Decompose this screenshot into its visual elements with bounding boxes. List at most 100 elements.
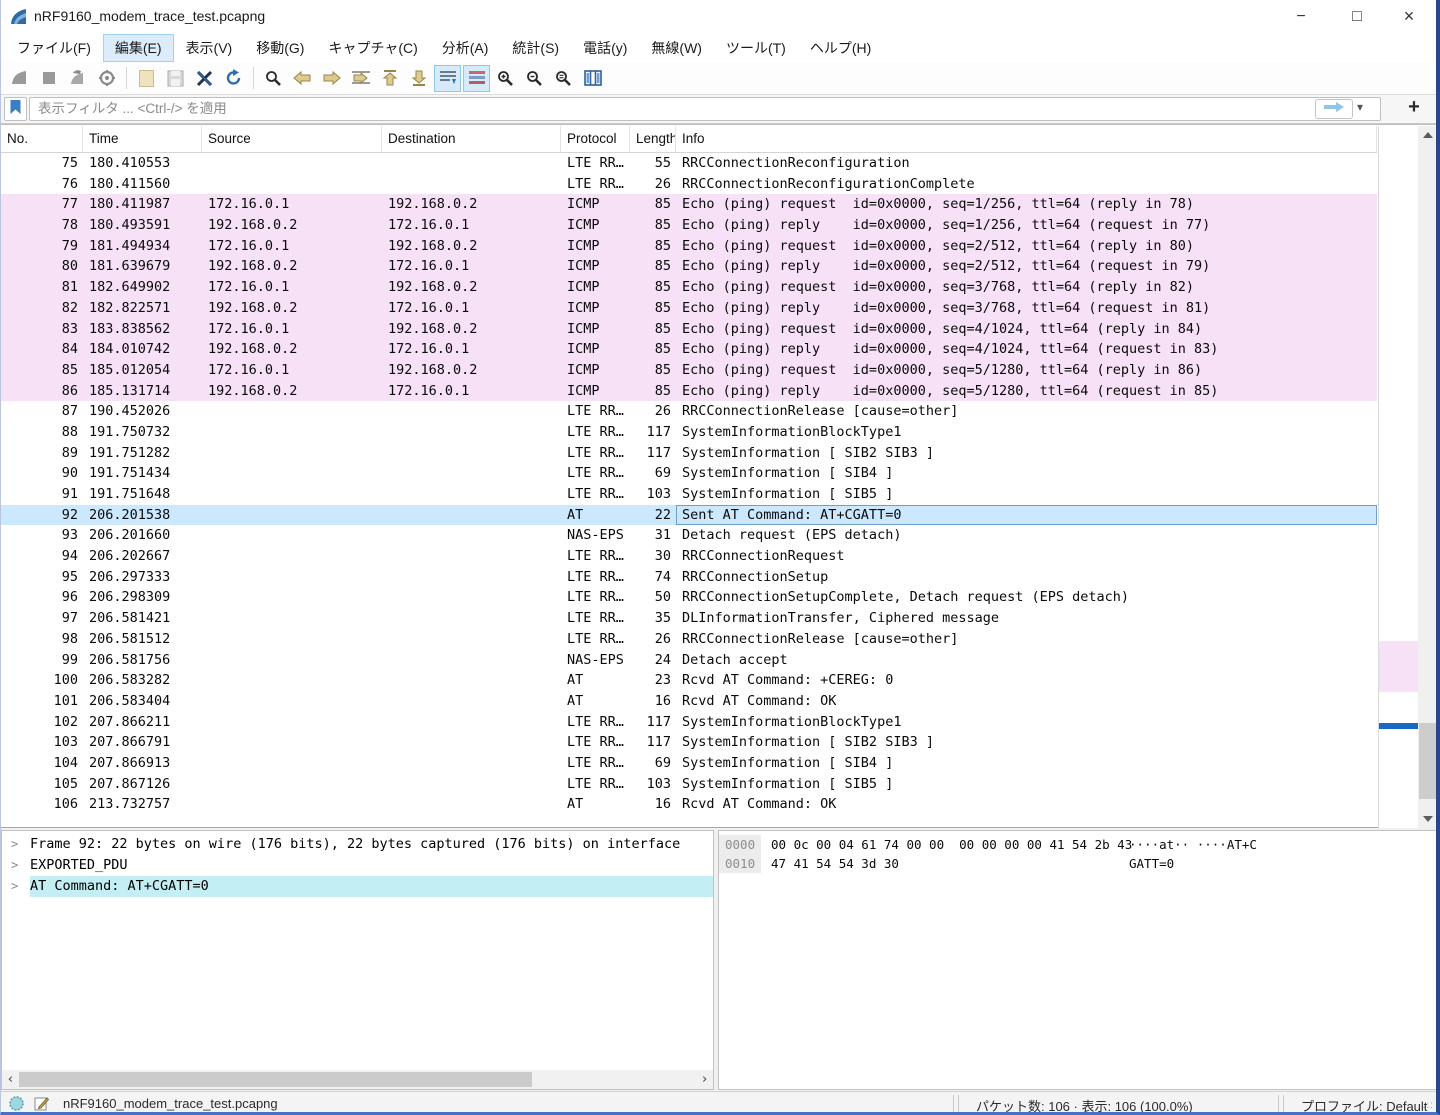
cell-dst[interactable] [382,422,561,443]
hex-row[interactable]: 001047 41 54 54 3d 30GATT=0 [719,854,1437,873]
cell-time[interactable]: 213.732757 [83,794,202,815]
cell-len[interactable]: 85 [630,256,676,277]
cell-src[interactable]: 172.16.0.1 [202,236,382,257]
cell-no[interactable]: 103 [1,732,83,753]
start-capture-icon[interactable] [6,65,33,92]
cell-src[interactable] [202,587,382,608]
cell-len[interactable]: 31 [630,525,676,546]
packet-row[interactable]: 97206.581421LTE RR…35DLInformationTransf… [1,608,1377,629]
cell-no[interactable]: 79 [1,236,83,257]
cell-no[interactable]: 104 [1,753,83,774]
scroll-up-arrow-icon[interactable] [1418,126,1438,144]
capture-comment-icon[interactable] [34,1096,49,1114]
restart-capture-icon[interactable] [64,65,91,92]
cell-proto[interactable]: AT [561,670,630,691]
cell-proto[interactable]: ICMP [561,277,630,298]
cell-src[interactable]: 172.16.0.1 [202,360,382,381]
column-header[interactable]: Time [83,126,202,152]
cell-len[interactable]: 22 [630,505,676,526]
cell-src[interactable] [202,525,382,546]
cell-src[interactable]: 192.168.0.2 [202,215,382,236]
cell-info[interactable]: RRCConnectionSetupComplete, Detach reque… [676,587,1377,608]
scroll-left-arrow-icon[interactable]: ‹ [2,1072,19,1087]
cell-dst[interactable] [382,794,561,815]
cell-len[interactable]: 117 [630,443,676,464]
cell-dst[interactable]: 172.16.0.1 [382,215,561,236]
maximize-button[interactable]: □ [1334,0,1380,33]
cell-proto[interactable]: LTE RR… [561,443,630,464]
cell-len[interactable]: 85 [630,194,676,215]
packet-row[interactable]: 99206.581756NAS-EPS24Detach accept [1,650,1377,671]
cell-no[interactable]: 75 [1,153,83,174]
cell-time[interactable]: 206.581756 [83,650,202,671]
cell-info[interactable]: Echo (ping) reply id=0x0000, seq=3/768, … [676,298,1377,319]
hex-bytes[interactable]: 00 0c 00 04 61 74 00 00 00 00 00 00 41 5… [761,835,1129,854]
cell-dst[interactable]: 192.168.0.2 [382,360,561,381]
menu-item[interactable]: 移動(G) [244,34,316,62]
cell-no[interactable]: 94 [1,546,83,567]
cell-time[interactable]: 206.202667 [83,546,202,567]
cell-src[interactable] [202,443,382,464]
packet-row[interactable]: 92206.201538AT22Sent AT Command: AT+CGAT… [1,505,1377,526]
menu-item[interactable]: キャプチャ(C) [316,34,429,62]
packet-list-header[interactable]: No.TimeSourceDestinationProtocolLengthIn… [1,126,1377,153]
cell-proto[interactable]: LTE RR… [561,153,630,174]
minimize-button[interactable]: − [1278,0,1324,33]
cell-time[interactable]: 185.131714 [83,381,202,402]
cell-info[interactable]: SystemInformation [ SIB5 ] [676,484,1377,505]
cell-len[interactable]: 103 [630,484,676,505]
cell-proto[interactable]: LTE RR… [561,774,630,795]
cell-info[interactable]: Echo (ping) reply id=0x0000, seq=2/512, … [676,256,1377,277]
packet-row[interactable]: 94206.202667LTE RR…30RRCConnectionReques… [1,546,1377,567]
cell-dst[interactable]: 172.16.0.1 [382,339,561,360]
cell-dst[interactable] [382,567,561,588]
zoom-in-icon[interactable] [492,65,519,92]
cell-proto[interactable]: ICMP [561,360,630,381]
hex-bytes[interactable]: 47 41 54 54 3d 30 [761,854,1129,873]
expander-chevron-icon[interactable]: > [11,876,18,897]
packet-row[interactable]: 75180.410553LTE RR…55RRCConnectionReconf… [1,153,1377,174]
cell-dst[interactable] [382,753,561,774]
cell-dst[interactable]: 172.16.0.1 [382,381,561,402]
packet-row[interactable]: 79181.494934172.16.0.1192.168.0.2ICMP85E… [1,236,1377,257]
cell-proto[interactable]: LTE RR… [561,608,630,629]
packet-row[interactable]: 85185.012054172.16.0.1192.168.0.2ICMP85E… [1,360,1377,381]
packet-row[interactable]: 81182.649902172.16.0.1192.168.0.2ICMP85E… [1,277,1377,298]
cell-no[interactable]: 77 [1,194,83,215]
cell-info[interactable]: Echo (ping) reply id=0x0000, seq=4/1024,… [676,339,1377,360]
horizontal-scrollbar[interactable]: ‹ › [2,1070,713,1089]
cell-dst[interactable] [382,650,561,671]
cell-info[interactable]: Echo (ping) request id=0x0000, seq=3/768… [676,277,1377,298]
filter-dropdown-caret[interactable]: ▾ [1357,100,1363,114]
cell-time[interactable]: 207.866211 [83,712,202,733]
cell-len[interactable]: 85 [630,215,676,236]
cell-proto[interactable]: LTE RR… [561,401,630,422]
cell-info[interactable]: RRCConnectionRelease [cause=other] [676,629,1377,650]
cell-src[interactable]: 172.16.0.1 [202,194,382,215]
cell-len[interactable]: 55 [630,153,676,174]
cell-info[interactable]: Rcvd AT Command: +CEREG: 0 [676,670,1377,691]
packet-row[interactable]: 100206.583282AT23Rcvd AT Command: +CEREG… [1,670,1377,691]
cell-time[interactable]: 180.411987 [83,194,202,215]
column-header[interactable]: No. [1,126,83,152]
cell-no[interactable]: 100 [1,670,83,691]
cell-info[interactable]: Echo (ping) request id=0x0000, seq=4/102… [676,319,1377,340]
cell-dst[interactable]: 192.168.0.2 [382,236,561,257]
cell-proto[interactable]: LTE RR… [561,712,630,733]
cell-no[interactable]: 97 [1,608,83,629]
cell-info[interactable]: Echo (ping) request id=0x0000, seq=1/256… [676,194,1377,215]
cell-dst[interactable] [382,732,561,753]
packet-row[interactable]: 76180.411560LTE RR…26RRCConnectionReconf… [1,174,1377,195]
vertical-scrollbar[interactable] [1418,126,1438,828]
cell-len[interactable]: 24 [630,650,676,671]
cell-src[interactable] [202,774,382,795]
cell-no[interactable]: 76 [1,174,83,195]
cell-src[interactable] [202,401,382,422]
packet-row[interactable]: 82182.822571192.168.0.2172.16.0.1ICMP85E… [1,298,1377,319]
cell-no[interactable]: 105 [1,774,83,795]
cell-len[interactable]: 35 [630,608,676,629]
cell-info[interactable]: Echo (ping) request id=0x0000, seq=5/128… [676,360,1377,381]
cell-no[interactable]: 99 [1,650,83,671]
cell-time[interactable]: 206.298309 [83,587,202,608]
cell-time[interactable]: 206.581512 [83,629,202,650]
